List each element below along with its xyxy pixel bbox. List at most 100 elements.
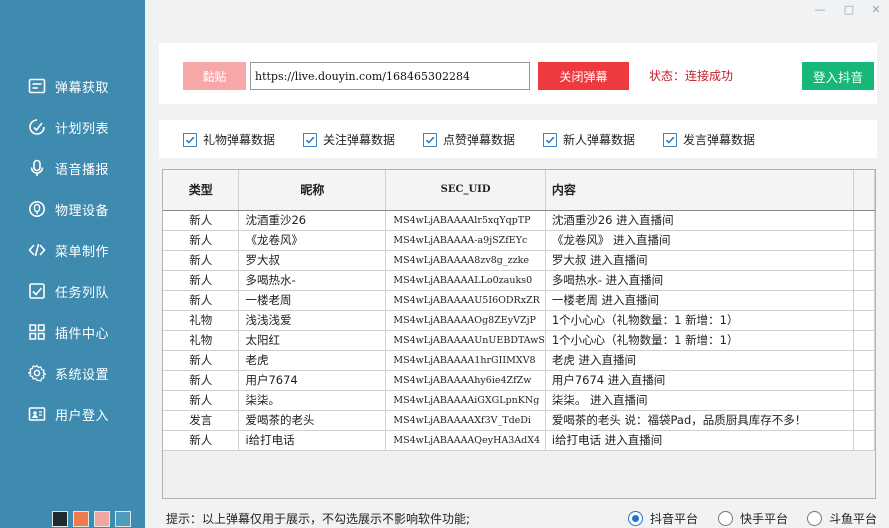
platform-label: 斗鱼平台 — [829, 512, 878, 526]
sidebar-item-user-login[interactable]: 用户登入 — [0, 399, 145, 429]
column-header-type[interactable]: 类型 — [163, 170, 240, 211]
cell-content: 1个小心心（礼物数量：1 新增：1） — [545, 330, 855, 351]
theme-swatch-pink[interactable] — [94, 511, 110, 527]
table-row[interactable]: 新人 沈酒重沙26 MS4wLjABAAAAlr5xqYqpTP 沈酒重沙26 进入直… — [163, 210, 875, 231]
danmaku-table[interactable]: 类型 昵称 SEC_UID 内容 新人 沈酒重沙26 MS4wLjABAAAAlr5… — [162, 169, 876, 499]
cell-filler — [853, 210, 875, 231]
filter-gift-checkbox[interactable]: 礼物弹幕数据 — [183, 131, 275, 148]
cell-sec-uid: MS4wLjABAAAA8zv8g_zzke — [385, 250, 546, 271]
cell-sec-uid: MS4wLjABAAAAQeyHA3AdX4 — [385, 430, 546, 451]
theme-swatch-orange[interactable] — [73, 511, 89, 527]
plan-list-icon — [27, 117, 47, 137]
cell-content: 用户7674 进入直播间 — [545, 370, 855, 391]
sidebar-item-voice[interactable]: 语音播报 — [0, 153, 145, 183]
filter-speech-checkbox[interactable]: 发言弹幕数据 — [663, 131, 755, 148]
cell-filler — [853, 370, 875, 391]
maximize-button[interactable]: □ — [838, 2, 860, 16]
close-window-button[interactable]: ✕ — [865, 2, 887, 16]
column-header-content[interactable]: 内容 — [545, 170, 855, 211]
cell-sec-uid: MS4wLjABAAAAU5I6ODRxZR — [385, 290, 546, 311]
cell-sec-uid: MS4wLjABAAAAUnUEBDTAwS — [385, 330, 546, 351]
cell-nickname: 柒柒。 — [238, 390, 387, 411]
cell-sec-uid: MS4wLjABAAAA1hrGIIMXV8 — [385, 350, 546, 371]
login-douyin-button[interactable]: 登入抖音 — [802, 62, 874, 90]
sidebar-item-label: 插件中心 — [55, 326, 110, 342]
cell-nickname: 一楼老周 — [238, 290, 387, 311]
sidebar-item-label: 任务列队 — [55, 285, 110, 301]
cell-type: 新人 — [163, 370, 240, 391]
platform-radio-douyu[interactable]: 斗鱼平台 — [807, 510, 877, 527]
theme-swatch-blue[interactable] — [115, 511, 131, 527]
platform-label: 抖音平台 — [650, 512, 699, 526]
cell-type: 新人 — [163, 270, 240, 291]
table-row[interactable]: 礼物 浅浅浅爱 MS4wLjABAAAAOg8ZEyVZjP 1个小心心（礼物数量：1… — [163, 310, 875, 331]
filter-newcomer-checkbox[interactable]: 新人弹幕数据 — [543, 131, 635, 148]
user-card-icon — [27, 404, 47, 424]
table-row[interactable]: 新人 老虎 MS4wLjABAAAA1hrGIIMXV8 老虎 进入直播间 — [163, 350, 875, 371]
cell-nickname: 沈酒重沙26 — [238, 210, 387, 231]
filter-label: 关注弹幕数据 — [323, 133, 396, 147]
table-row[interactable]: 新人 罗大叔 MS4wLjABAAAA8zv8g_zzke 罗大叔 进入直播间 — [163, 250, 875, 271]
radio-selected-icon — [628, 511, 643, 526]
cell-nickname: 用户7674 — [238, 370, 387, 391]
cell-type: 新人 — [163, 390, 240, 411]
checkbox-checked-icon — [663, 132, 677, 147]
cell-nickname: 老虎 — [238, 350, 387, 371]
cell-filler — [853, 230, 875, 251]
sidebar-item-plugins[interactable]: 插件中心 — [0, 317, 145, 347]
cell-content: 罗大叔 进入直播间 — [545, 250, 855, 271]
sidebar-item-menu-builder[interactable]: 菜单制作 — [0, 235, 145, 265]
paste-button[interactable]: 黏贴 — [183, 62, 246, 90]
filter-like-checkbox[interactable]: 点赞弹幕数据 — [423, 131, 515, 148]
close-danmaku-button[interactable]: 关闭弹幕 — [538, 62, 629, 90]
sidebar-item-plan-list[interactable]: 计划列表 — [0, 112, 145, 142]
cell-filler — [853, 350, 875, 371]
platform-radio-douyin[interactable]: 抖音平台 — [628, 510, 698, 527]
theme-swatches — [52, 511, 131, 527]
sidebar-item-device[interactable]: 物理设备 — [0, 194, 145, 224]
table-row[interactable]: 新人 i给打电话 MS4wLjABAAAAQeyHA3AdX4 i给打电话 进入直播间 — [163, 430, 875, 451]
column-header-sec-uid[interactable]: SEC_UID — [385, 170, 546, 211]
cell-type: 礼物 — [163, 310, 240, 331]
live-url-input[interactable] — [250, 62, 530, 90]
cell-content: 多喝热水- 进入直播间 — [545, 270, 855, 291]
sidebar-item-task-queue[interactable]: 任务列队 — [0, 276, 145, 306]
column-header-nickname[interactable]: 昵称 — [238, 170, 387, 211]
cell-filler — [853, 330, 875, 351]
cell-type: 新人 — [163, 230, 240, 251]
cell-nickname: 《龙卷风》 — [238, 230, 387, 251]
table-row[interactable]: 新人 一楼老周 MS4wLjABAAAAU5I6ODRxZR 一楼老周 进入直播间 — [163, 290, 875, 311]
table-row[interactable]: 新人 柒柒。 MS4wLjABAAAAiGXGLpnKNg 柒柒。 进入直播间 — [163, 390, 875, 411]
filter-label: 礼物弹幕数据 — [203, 133, 276, 147]
theme-swatch-dark[interactable] — [52, 511, 68, 527]
minimize-icon: — — [814, 2, 826, 16]
filter-follow-checkbox[interactable]: 关注弹幕数据 — [303, 131, 395, 148]
danmaku-table-grid: 类型 昵称 SEC_UID 内容 新人 沈酒重沙26 MS4wLjABAAAAlr5… — [163, 170, 875, 451]
cell-nickname: 罗大叔 — [238, 250, 387, 271]
platform-radio-kuaishou[interactable]: 快手平台 — [718, 510, 788, 527]
cell-filler — [853, 290, 875, 311]
cell-sec-uid: MS4wLjABAAAA-a9jSZfEYc — [385, 230, 546, 251]
sidebar-item-settings[interactable]: 系统设置 — [0, 358, 145, 388]
sidebar-item-danmaku[interactable]: 弹幕获取 — [0, 71, 145, 101]
cell-filler — [853, 430, 875, 451]
table-row[interactable]: 新人 《龙卷风》 MS4wLjABAAAA-a9jSZfEYc 《龙卷风》 进入直播间 — [163, 230, 875, 251]
footer-hint: 提示：以上弹幕仅用于展示，不勾选展示不影响软件功能; — [166, 512, 471, 526]
plugin-grid-icon — [27, 322, 47, 342]
code-icon — [27, 240, 47, 260]
minimize-button[interactable]: — — [809, 2, 831, 16]
table-row[interactable]: 新人 用户7674 MS4wLjABAAAAhy6ie4ZfZw 用户7674 进入直… — [163, 370, 875, 391]
sidebar-item-label: 系统设置 — [55, 367, 110, 383]
table-row[interactable]: 发言 爱喝茶的老头 MS4wLjABAAAAXf3V_TdeDi 爱喝茶的老头 说：福… — [163, 410, 875, 431]
sidebar-item-label: 弹幕获取 — [55, 80, 110, 96]
maximize-icon: □ — [843, 2, 855, 16]
cell-nickname: 浅浅浅爱 — [238, 310, 387, 331]
table-row[interactable]: 新人 多喝热水- MS4wLjABAAAALLo0zauks0 多喝热水- 进入直播间 — [163, 270, 875, 291]
checkbox-checked-icon — [423, 132, 437, 147]
cell-filler — [853, 390, 875, 411]
sidebar-item-label: 语音播报 — [55, 162, 110, 178]
cell-content: 《龙卷风》 进入直播间 — [545, 230, 855, 251]
table-row[interactable]: 礼物 太阳红 MS4wLjABAAAAUnUEBDTAwS 1个小心心（礼物数量：1 … — [163, 330, 875, 351]
cell-type: 新人 — [163, 350, 240, 371]
table-header-row: 类型 昵称 SEC_UID 内容 — [163, 170, 875, 211]
